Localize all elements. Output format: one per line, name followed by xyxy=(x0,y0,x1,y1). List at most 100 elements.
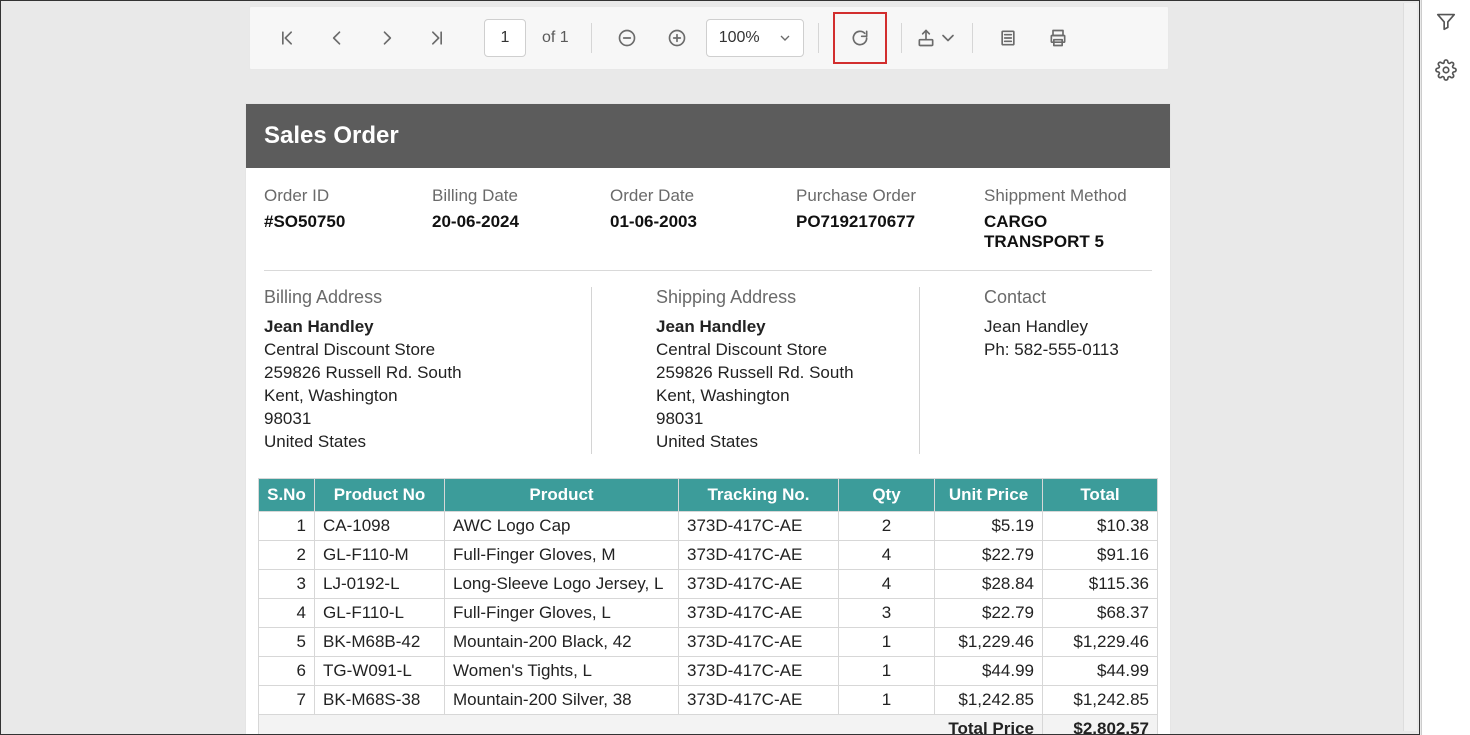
cell-qty: 1 xyxy=(839,627,935,656)
cell-product: Full-Finger Gloves, L xyxy=(445,598,679,627)
order-meta-row: Order ID #SO50750 Billing Date 20-06-202… xyxy=(246,168,1170,262)
cell-tracking: 373D-417C-AE xyxy=(679,627,839,656)
separator xyxy=(818,23,819,53)
total-row: Total Price $2,802.57 xyxy=(259,714,1158,735)
billing-line: 259826 Russell Rd. South xyxy=(264,362,575,385)
shipping-line: 98031 xyxy=(656,408,903,431)
cell-total: $91.16 xyxy=(1043,540,1158,569)
col-unit-price: Unit Price xyxy=(935,478,1043,511)
cell-tracking: 373D-417C-AE xyxy=(679,656,839,685)
cell-product: AWC Logo Cap xyxy=(445,511,679,540)
table-row: 4GL-F110-LFull-Finger Gloves, L373D-417C… xyxy=(259,598,1158,627)
order-date-label: Order Date xyxy=(610,186,796,206)
zoom-dropdown[interactable]: 100% xyxy=(706,19,804,57)
cell-product-no: TG-W091-L xyxy=(315,656,445,685)
shipping-name: Jean Handley xyxy=(656,316,903,339)
ship-method-label: Shippment Method xyxy=(984,186,1152,206)
col-tracking: Tracking No. xyxy=(679,478,839,511)
cell-qty: 1 xyxy=(839,685,935,714)
cell-qty: 3 xyxy=(839,598,935,627)
table-row: 7BK-M68S-38Mountain-200 Silver, 38373D-4… xyxy=(259,685,1158,714)
cell-unit-price: $22.79 xyxy=(935,540,1043,569)
next-page-button[interactable] xyxy=(366,17,408,59)
cell-product-no: BK-M68S-38 xyxy=(315,685,445,714)
cell-sno: 5 xyxy=(259,627,315,656)
billing-address-label: Billing Address xyxy=(264,287,575,308)
zoom-out-button[interactable] xyxy=(606,17,648,59)
cell-product: Mountain-200 Silver, 38 xyxy=(445,685,679,714)
shipping-line: Kent, Washington xyxy=(656,385,903,408)
cell-unit-price: $5.19 xyxy=(935,511,1043,540)
cell-sno: 4 xyxy=(259,598,315,627)
billing-line: Kent, Washington xyxy=(264,385,575,408)
contact-block: Contact Jean Handley Ph: 582-555-0113 xyxy=(920,287,1152,454)
refresh-button[interactable] xyxy=(839,17,881,59)
shipping-address: Shipping Address Jean Handley Central Di… xyxy=(592,287,920,454)
cell-product: Women's Tights, L xyxy=(445,656,679,685)
table-row: 3LJ-0192-LLong-Sleeve Logo Jersey, L373D… xyxy=(259,569,1158,598)
cell-total: $115.36 xyxy=(1043,569,1158,598)
side-panel xyxy=(1421,0,1470,735)
cell-unit-price: $1,229.46 xyxy=(935,627,1043,656)
export-button[interactable] xyxy=(916,17,958,59)
last-page-button[interactable] xyxy=(416,17,458,59)
report-title: Sales Order xyxy=(246,104,1170,168)
cell-product-no: BK-M68B-42 xyxy=(315,627,445,656)
cell-total: $10.38 xyxy=(1043,511,1158,540)
first-page-button[interactable] xyxy=(266,17,308,59)
cell-tracking: 373D-417C-AE xyxy=(679,540,839,569)
table-row: 1CA-1098AWC Logo Cap373D-417C-AE2$5.19$1… xyxy=(259,511,1158,540)
page-number-input[interactable] xyxy=(484,19,526,57)
contact-label: Contact xyxy=(984,287,1136,308)
cell-product: Long-Sleeve Logo Jersey, L xyxy=(445,569,679,598)
table-header-row: S.No Product No Product Tracking No. Qty… xyxy=(259,478,1158,511)
page-layout-button[interactable] xyxy=(987,17,1029,59)
col-total: Total xyxy=(1043,478,1158,511)
po-value: PO7192170677 xyxy=(796,212,984,232)
order-id-label: Order ID xyxy=(264,186,432,206)
settings-icon[interactable] xyxy=(1435,59,1457,86)
print-button[interactable] xyxy=(1037,17,1079,59)
col-sno: S.No xyxy=(259,478,315,511)
cell-unit-price: $1,242.85 xyxy=(935,685,1043,714)
total-value: $2,802.57 xyxy=(1043,714,1158,735)
chevron-down-icon xyxy=(938,28,958,48)
filter-icon[interactable] xyxy=(1435,10,1457,37)
zoom-in-button[interactable] xyxy=(656,17,698,59)
order-id-value: #SO50750 xyxy=(264,212,432,232)
cell-tracking: 373D-417C-AE xyxy=(679,598,839,627)
address-row: Billing Address Jean Handley Central Dis… xyxy=(246,271,1170,466)
zoom-value: 100% xyxy=(719,29,760,47)
cell-product-no: GL-F110-M xyxy=(315,540,445,569)
po-label: Purchase Order xyxy=(796,186,984,206)
cell-tracking: 373D-417C-AE xyxy=(679,569,839,598)
vertical-scrollbar[interactable] xyxy=(1403,3,1417,731)
prev-page-button[interactable] xyxy=(316,17,358,59)
cell-qty: 2 xyxy=(839,511,935,540)
cell-qty: 1 xyxy=(839,656,935,685)
shipping-line: United States xyxy=(656,431,903,454)
cell-sno: 1 xyxy=(259,511,315,540)
cell-qty: 4 xyxy=(839,569,935,598)
chevron-down-icon xyxy=(777,30,793,46)
billing-line: 98031 xyxy=(264,408,575,431)
report-toolbar: of 1 100% xyxy=(249,6,1169,70)
cell-product-no: GL-F110-L xyxy=(315,598,445,627)
cell-qty: 4 xyxy=(839,540,935,569)
ship-method-value: CARGO TRANSPORT 5 xyxy=(984,212,1152,252)
col-product: Product xyxy=(445,478,679,511)
shipping-line: 259826 Russell Rd. South xyxy=(656,362,903,385)
cell-sno: 2 xyxy=(259,540,315,569)
cell-total: $44.99 xyxy=(1043,656,1158,685)
col-qty: Qty xyxy=(839,478,935,511)
cell-total: $68.37 xyxy=(1043,598,1158,627)
report-sheet: Sales Order Order ID #SO50750 Billing Da… xyxy=(245,103,1171,735)
cell-sno: 3 xyxy=(259,569,315,598)
shipping-address-label: Shipping Address xyxy=(656,287,903,308)
billing-address: Billing Address Jean Handley Central Dis… xyxy=(264,287,592,454)
order-date-value: 01-06-2003 xyxy=(610,212,796,232)
cell-sno: 6 xyxy=(259,656,315,685)
cell-sno: 7 xyxy=(259,685,315,714)
cell-tracking: 373D-417C-AE xyxy=(679,511,839,540)
cell-unit-price: $44.99 xyxy=(935,656,1043,685)
